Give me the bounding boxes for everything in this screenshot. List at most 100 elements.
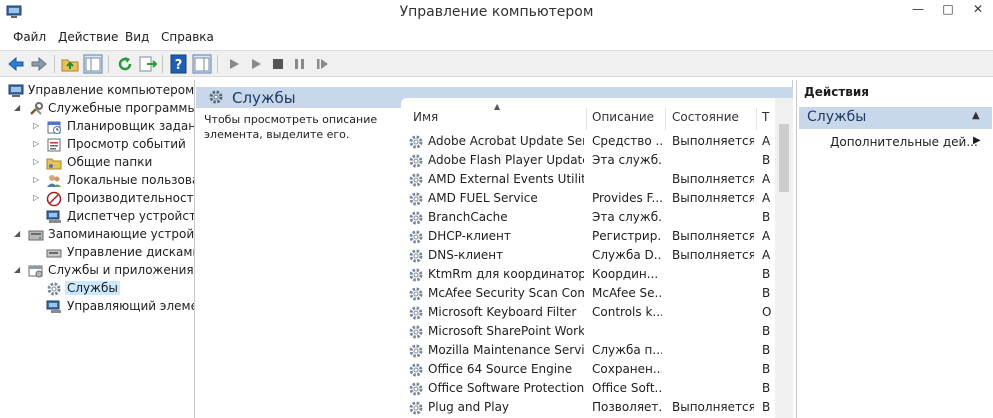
- service-gear-icon: [409, 344, 423, 358]
- toolbar: ?: [0, 50, 993, 77]
- export-list-icon[interactable]: [138, 54, 158, 74]
- properties-pane-icon[interactable]: [192, 54, 212, 74]
- tree-item-computer-management[interactable]: Управление компьютером (л: [0, 82, 194, 100]
- table-row[interactable]: Adobe Acrobat Update Serv... Средство ...…: [401, 132, 779, 151]
- column-header-description[interactable]: Описание: [592, 110, 654, 130]
- tree-item-shared-folders[interactable]: ▷ Общие папки: [0, 154, 194, 172]
- services-list: ▲ Имя Описание Состояние Т Adobe Acrobat…: [401, 98, 779, 418]
- toolbar-separator: [54, 55, 55, 73]
- tree-item-label: Планировщик заданий: [67, 119, 195, 133]
- help-icon[interactable]: ?: [169, 54, 189, 74]
- scrollbar-thumb[interactable]: [779, 124, 789, 192]
- more-actions-item[interactable]: Дополнительные дей...: [830, 135, 978, 149]
- service-description: Provides F...: [592, 191, 662, 205]
- tree-item-device-manager[interactable]: Диспетчер устройств: [0, 208, 194, 226]
- menu-action[interactable]: Действие: [58, 30, 118, 44]
- service-description: Позволяет...: [592, 400, 662, 414]
- window-title: Управление компьютером: [399, 4, 594, 20]
- table-row[interactable]: KtmRm для координатора ... Координ... В: [401, 265, 779, 284]
- tree-item-event-viewer[interactable]: ▷ Просмотр событий: [0, 136, 194, 154]
- collapsed-arrow-icon[interactable]: ▷: [33, 157, 41, 167]
- service-startup-type: О: [762, 305, 772, 319]
- restart-service-icon[interactable]: [312, 54, 332, 74]
- service-name: Adobe Flash Player Update ...: [428, 153, 584, 167]
- tree-item-storage[interactable]: ◢ Запоминающие устройст: [0, 226, 195, 244]
- tree-item-disk-management[interactable]: Управление дисками: [0, 244, 194, 262]
- services-pane-title: Службы: [232, 89, 296, 107]
- forward-arrow-icon[interactable]: [29, 54, 49, 74]
- collapsed-arrow-icon[interactable]: ▷: [33, 175, 41, 185]
- close-button[interactable]: ✕: [963, 0, 993, 20]
- collapsed-arrow-icon[interactable]: ▷: [33, 193, 41, 203]
- tree-item-services-apps[interactable]: ◢ Службы и приложения: [0, 262, 194, 280]
- up-folder-icon[interactable]: [60, 54, 80, 74]
- tree-item-label: Запоминающие устройст: [48, 227, 195, 241]
- service-startup-type: А: [762, 134, 771, 148]
- service-description: Эта служб...: [592, 210, 662, 224]
- service-name: Adobe Acrobat Update Serv...: [428, 134, 584, 148]
- service-description: Координ...: [592, 267, 659, 281]
- wmi-control-icon: [46, 300, 61, 313]
- menu-view[interactable]: Вид: [125, 30, 149, 44]
- table-row[interactable]: Plug and Play Позволяет... Выполняется В: [401, 398, 779, 417]
- service-name: AMD FUEL Service: [428, 191, 538, 205]
- collapse-up-icon[interactable]: ▲: [972, 110, 980, 121]
- refresh-icon[interactable]: [115, 54, 135, 74]
- table-row[interactable]: Mozilla Maintenance Service Служба п... В: [401, 341, 779, 360]
- expanded-arrow-icon[interactable]: ◢: [14, 103, 22, 113]
- menu-help[interactable]: Справка: [161, 30, 214, 44]
- column-header-startup-type[interactable]: Т: [762, 110, 769, 130]
- svg-text:?: ?: [175, 58, 183, 73]
- actions-section-header[interactable]: Службы ▲: [799, 107, 992, 129]
- column-separator[interactable]: [756, 108, 757, 130]
- tree-item-local-users[interactable]: ▷ Локальные пользовате: [0, 172, 194, 190]
- services-pane: Службы Чтобы просмотреть описание элемен…: [196, 80, 793, 418]
- table-row[interactable]: McAfee Security Scan Com... McAfee Se... В: [401, 284, 779, 303]
- start-service-alt-icon[interactable]: [246, 54, 266, 74]
- back-arrow-icon[interactable]: [6, 54, 26, 74]
- services-icon: [47, 282, 61, 296]
- vertical-scrollbar[interactable]: [775, 98, 793, 418]
- table-row[interactable]: Adobe Flash Player Update ... Эта служб..…: [401, 151, 779, 170]
- column-separator[interactable]: [665, 108, 666, 130]
- show-hide-tree-icon[interactable]: [83, 54, 103, 74]
- table-row[interactable]: DNS-клиент Служба D... Выполняется А: [401, 246, 779, 265]
- table-row[interactable]: Microsoft Keyboard Filter Controls k... О: [401, 303, 779, 322]
- tree-item-label: Производительность: [67, 191, 195, 205]
- stop-service-icon[interactable]: [268, 54, 288, 74]
- service-status: Выполняется: [672, 191, 754, 205]
- column-header-status[interactable]: Состояние: [672, 110, 739, 130]
- tree-item-performance[interactable]: ▷ Производительность: [0, 190, 195, 208]
- service-name: BranchCache: [428, 210, 508, 224]
- table-row[interactable]: AMD FUEL Service Provides F... Выполняется…: [401, 189, 779, 208]
- maximize-button[interactable]: □: [933, 0, 963, 20]
- expanded-arrow-icon[interactable]: ◢: [14, 265, 22, 275]
- tree-item-task-scheduler[interactable]: ▷ Планировщик заданий: [0, 118, 195, 136]
- table-row[interactable]: AMD External Events Utility Выполняется А: [401, 170, 779, 189]
- collapsed-arrow-icon[interactable]: ▷: [33, 121, 41, 131]
- minimize-button[interactable]: —: [903, 0, 933, 20]
- pause-service-icon[interactable]: [290, 54, 310, 74]
- service-startup-type: В: [762, 210, 771, 224]
- table-row[interactable]: Office Software Protection ... Office Sof…: [401, 379, 779, 398]
- submenu-arrow-icon[interactable]: ▶: [973, 135, 981, 146]
- table-row[interactable]: Microsoft SharePoint Works... В: [401, 322, 779, 341]
- toolbar-separator: [108, 55, 109, 73]
- tree-item-system-tools[interactable]: ◢ Служебные программы: [0, 100, 194, 118]
- tree-item-services[interactable]: Службы: [0, 280, 194, 298]
- table-row[interactable]: BranchCache Эта служб... В: [401, 208, 779, 227]
- tree-item-wmi-control[interactable]: Управляющий элемен: [0, 298, 194, 316]
- menu-file[interactable]: Файл: [13, 30, 46, 44]
- column-header-name[interactable]: Имя: [413, 110, 438, 130]
- column-separator[interactable]: [586, 108, 587, 130]
- table-row[interactable]: DHCP-клиент Регистрир... Выполняется А: [401, 227, 779, 246]
- service-gear-icon: [409, 382, 423, 396]
- collapsed-arrow-icon[interactable]: ▷: [33, 139, 41, 149]
- table-row[interactable]: Office 64 Source Engine Сохранен... В: [401, 360, 779, 379]
- expanded-arrow-icon[interactable]: ◢: [14, 229, 22, 239]
- task-scheduler-icon: [47, 121, 61, 134]
- services-icon: [209, 90, 223, 104]
- start-service-icon[interactable]: [224, 54, 244, 74]
- tree-item-label: Службы: [65, 281, 120, 295]
- event-viewer-icon: [47, 138, 61, 152]
